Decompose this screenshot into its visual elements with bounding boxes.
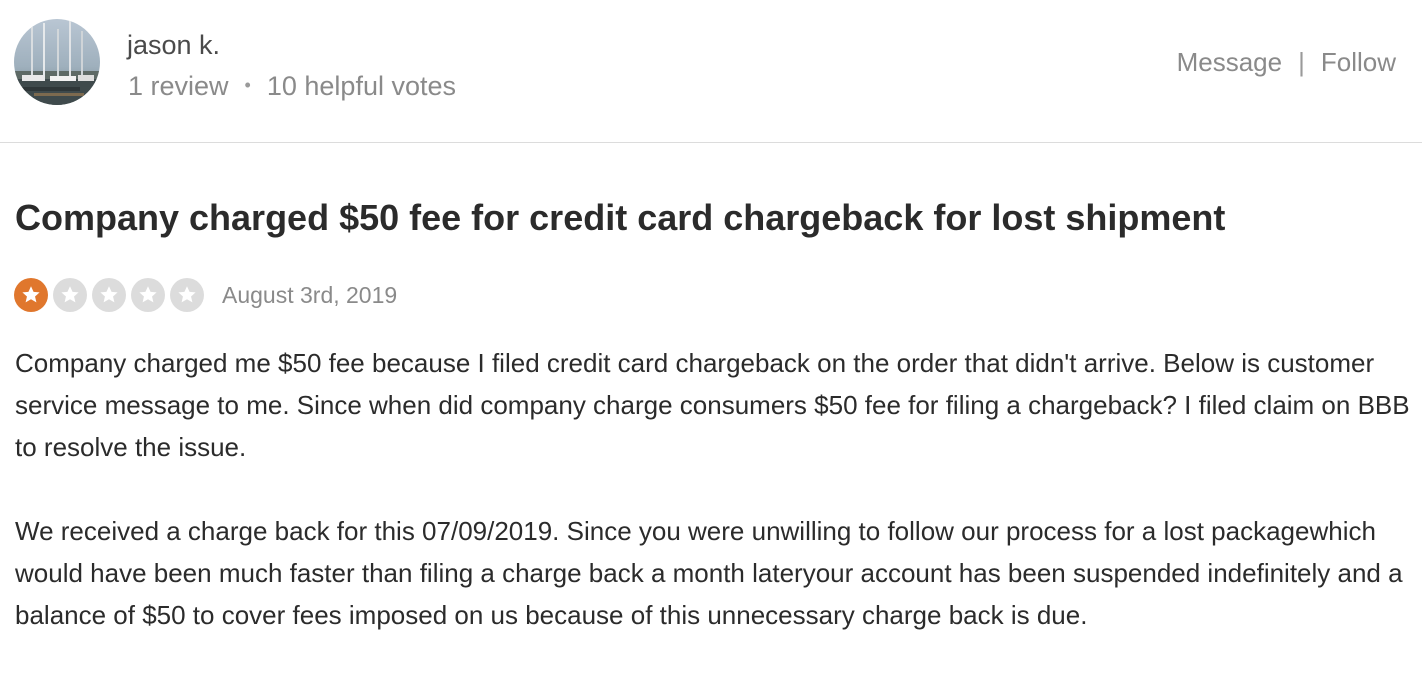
review-body: Company charged me $50 fee because I fil… bbox=[15, 342, 1410, 678]
avatar-photo-icon bbox=[14, 19, 100, 105]
review-paragraph: We received a charge back for this 07/09… bbox=[15, 516, 1403, 630]
review-date: August 3rd, 2019 bbox=[222, 282, 398, 308]
review-title[interactable]: Company charged $50 fee for credit card … bbox=[15, 196, 1225, 240]
reviewer-stats: 1 review • 10 helpful votes bbox=[128, 67, 456, 104]
reviewer-actions: Message | Follow bbox=[1177, 44, 1396, 80]
review-paragraph: Company charged me $50 fee because I fil… bbox=[15, 348, 1410, 462]
review-count: 1 review bbox=[128, 71, 229, 101]
star-empty-icon bbox=[170, 278, 204, 312]
reviewer-name[interactable]: jason k. bbox=[127, 27, 220, 63]
star-empty-icon bbox=[92, 278, 126, 312]
message-link[interactable]: Message bbox=[1177, 47, 1283, 77]
actions-separator: | bbox=[1298, 47, 1305, 77]
reviewer-header: jason k. 1 review • 10 helpful votes Messa… bbox=[0, 0, 1422, 143]
star-rating bbox=[14, 278, 209, 312]
helpful-votes-count: 10 helpful votes bbox=[266, 71, 456, 101]
stats-separator: • bbox=[244, 75, 251, 95]
rating-row: August 3rd, 2019 bbox=[14, 277, 397, 313]
avatar[interactable] bbox=[14, 19, 100, 105]
star-empty-icon bbox=[53, 278, 87, 312]
follow-link[interactable]: Follow bbox=[1321, 47, 1396, 77]
star-filled-icon bbox=[14, 278, 48, 312]
star-empty-icon bbox=[131, 278, 165, 312]
